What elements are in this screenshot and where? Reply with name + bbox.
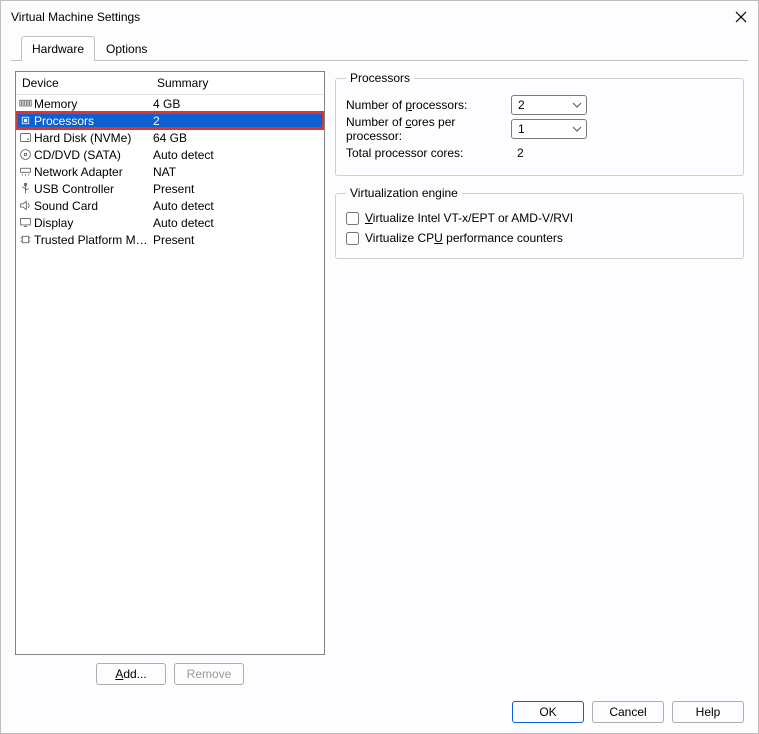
harddisk-icon (18, 131, 32, 145)
help-button[interactable]: Help (672, 701, 744, 723)
device-list-header: Device Summary (16, 72, 324, 95)
window-title: Virtual Machine Settings (11, 10, 734, 24)
device-list-buttons: Add... Remove (15, 655, 325, 689)
tab-options[interactable]: Options (95, 36, 158, 61)
device-list-body: Memory 4 GB Processors 2 Hard Disk (NVMe… (16, 95, 324, 654)
device-row-sound[interactable]: Sound Card Auto detect (16, 197, 324, 214)
processors-group: Processors Number of processors: 2 Numbe… (335, 71, 744, 176)
content-area: Device Summary Memory 4 GB Processors 2 (1, 61, 758, 695)
usb-icon (18, 182, 32, 196)
cores-row: Number of cores per processor: 1 (346, 117, 733, 141)
virtualization-legend: Virtualization engine (346, 186, 462, 200)
device-row-processors[interactable]: Processors 2 (16, 112, 324, 129)
sound-icon (18, 199, 32, 213)
cddvd-icon (18, 148, 32, 162)
device-row-usb[interactable]: USB Controller Present (16, 180, 324, 197)
col-device: Device (16, 72, 151, 94)
remove-button[interactable]: Remove (174, 663, 244, 685)
num-processors-label: Number of processors: (346, 98, 511, 112)
col-summary: Summary (151, 72, 324, 94)
total-cores-label: Total processor cores: (346, 146, 511, 160)
virtualization-group: Virtualization engine Virtualize Intel V… (335, 186, 744, 259)
total-cores-value: 2 (511, 146, 524, 160)
processors-legend: Processors (346, 71, 414, 85)
device-list: Device Summary Memory 4 GB Processors 2 (15, 71, 325, 655)
vt-checkbox[interactable] (346, 212, 359, 225)
right-panel: Processors Number of processors: 2 Numbe… (335, 71, 744, 689)
tpm-icon (18, 233, 32, 247)
tabs-bar: Hardware Options (11, 33, 748, 61)
chevron-down-icon (572, 124, 582, 134)
device-row-memory[interactable]: Memory 4 GB (16, 95, 324, 112)
perf-label: Virtualize CPU performance counters (365, 231, 563, 245)
cancel-button[interactable]: Cancel (592, 701, 664, 723)
num-processors-row: Number of processors: 2 (346, 93, 733, 117)
add-button[interactable]: Add... (96, 663, 166, 685)
device-row-cddvd[interactable]: CD/DVD (SATA) Auto detect (16, 146, 324, 163)
device-row-tpm[interactable]: Trusted Platform Mo… Present (16, 231, 324, 248)
chevron-down-icon (572, 100, 582, 110)
display-icon (18, 216, 32, 230)
cores-label: Number of cores per processor: (346, 115, 511, 143)
memory-icon (18, 97, 32, 111)
total-cores-row: Total processor cores: 2 (346, 141, 733, 165)
processor-icon (18, 114, 32, 128)
device-row-harddisk[interactable]: Hard Disk (NVMe) 64 GB (16, 129, 324, 146)
ok-button[interactable]: OK (512, 701, 584, 723)
device-panel: Device Summary Memory 4 GB Processors 2 (15, 71, 325, 689)
vt-line: Virtualize Intel VT-x/EPT or AMD-V/RVI (346, 208, 733, 228)
close-icon[interactable] (734, 10, 748, 24)
vt-label: Virtualize Intel VT-x/EPT or AMD-V/RVI (365, 211, 573, 225)
bottom-bar: OK Cancel Help (1, 695, 758, 733)
device-row-display[interactable]: Display Auto detect (16, 214, 324, 231)
device-row-network[interactable]: Network Adapter NAT (16, 163, 324, 180)
tab-hardware[interactable]: Hardware (21, 36, 95, 61)
perf-checkbox[interactable] (346, 232, 359, 245)
titlebar: Virtual Machine Settings (1, 1, 758, 33)
cores-combo[interactable]: 1 (511, 119, 587, 139)
num-processors-combo[interactable]: 2 (511, 95, 587, 115)
perf-line: Virtualize CPU performance counters (346, 228, 733, 248)
network-icon (18, 165, 32, 179)
vm-settings-window: Virtual Machine Settings Hardware Option… (0, 0, 759, 734)
